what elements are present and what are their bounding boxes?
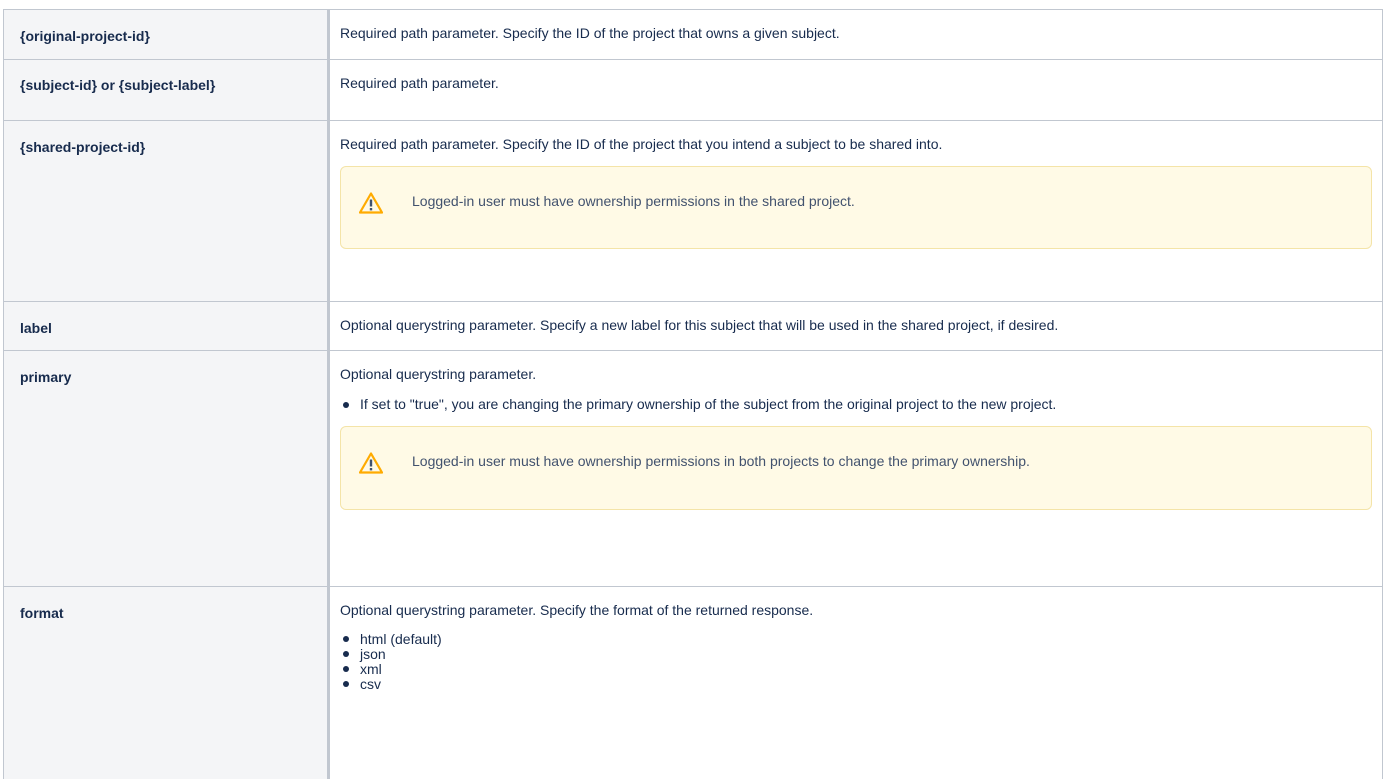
parameter-description: Optional querystring parameter.: [340, 366, 537, 382]
parameter-description-cell: Required path parameter. Specify the ID …: [328, 9, 1383, 60]
parameter-name: {shared-project-id}: [20, 139, 146, 155]
parameter-name: label: [20, 320, 52, 336]
list-item-text: If set to "true", you are changing the p…: [360, 396, 1057, 412]
parameter-description-cell: Optional querystring parameter. Specify …: [328, 301, 1383, 351]
parameter-name-cell: format: [3, 586, 330, 779]
list-item-text: html (default): [360, 631, 442, 647]
parameter-name: {original-project-id}: [20, 28, 150, 44]
parameter-description: Required path parameter. Specify the ID …: [340, 136, 943, 152]
parameters-table: {original-project-id} Required path para…: [3, 9, 1383, 779]
parameter-description: Optional querystring parameter. Specify …: [340, 317, 1059, 333]
warning-text: Logged-in user must have ownership permi…: [412, 453, 1030, 469]
page: {original-project-id} Required path para…: [0, 0, 1385, 779]
parameter-description: Required path parameter. Specify the ID …: [340, 25, 840, 41]
warning-triangle-icon: [358, 192, 384, 214]
parameter-description-cell: Required path parameter. Specify the ID …: [328, 120, 1383, 302]
table-row: primary Optional querystring parameter. …: [3, 350, 1383, 587]
table-row: format Optional querystring parameter. S…: [3, 586, 1383, 779]
parameter-description: Optional querystring parameter. Specify …: [340, 602, 814, 618]
bullet-icon: [343, 681, 349, 687]
warning-triangle-icon: [358, 452, 384, 474]
parameter-name-cell: {original-project-id}: [3, 9, 330, 60]
list-item: json: [343, 646, 1372, 662]
list-item: xml: [343, 661, 1372, 677]
parameter-name-cell: {subject-id} or {subject-label}: [3, 59, 330, 121]
parameter-description-cell: Required path parameter.: [328, 59, 1383, 121]
bullet-icon: [343, 636, 349, 642]
bullet-icon: [343, 651, 349, 657]
warning-panel: Logged-in user must have ownership permi…: [340, 166, 1372, 249]
parameter-name: format: [20, 605, 64, 621]
list-item-text: json: [360, 646, 386, 662]
parameter-name-cell: {shared-project-id}: [3, 120, 330, 302]
parameter-description-cell: Optional querystring parameter. If set t…: [328, 350, 1383, 587]
table-row: {shared-project-id} Required path parame…: [3, 120, 1383, 302]
bullet-icon: [343, 666, 349, 672]
parameter-description: Required path parameter.: [340, 75, 499, 91]
table-row: {subject-id} or {subject-label} Required…: [3, 59, 1383, 121]
parameter-description-cell: Optional querystring parameter. Specify …: [328, 586, 1383, 779]
parameter-name-cell: primary: [3, 350, 330, 587]
list-item: csv: [343, 676, 1372, 692]
list-item-text: xml: [360, 661, 382, 677]
list-item: html (default): [343, 631, 1372, 647]
bullet-icon: [343, 402, 349, 408]
parameter-name: primary: [20, 369, 72, 385]
parameter-name: {subject-id} or {subject-label}: [20, 77, 216, 93]
list-item-text: csv: [360, 676, 381, 692]
warning-text: Logged-in user must have ownership permi…: [412, 193, 855, 209]
parameter-name-cell: label: [3, 301, 330, 351]
table-row: label Optional querystring parameter. Sp…: [3, 301, 1383, 351]
table-row: {original-project-id} Required path para…: [3, 9, 1383, 60]
bullet-list: html (default) json xml csv: [340, 632, 1372, 692]
list-item: If set to "true", you are changing the p…: [343, 396, 1252, 413]
bullet-list: If set to "true", you are changing the p…: [340, 396, 1372, 413]
warning-panel: Logged-in user must have ownership permi…: [340, 426, 1372, 510]
